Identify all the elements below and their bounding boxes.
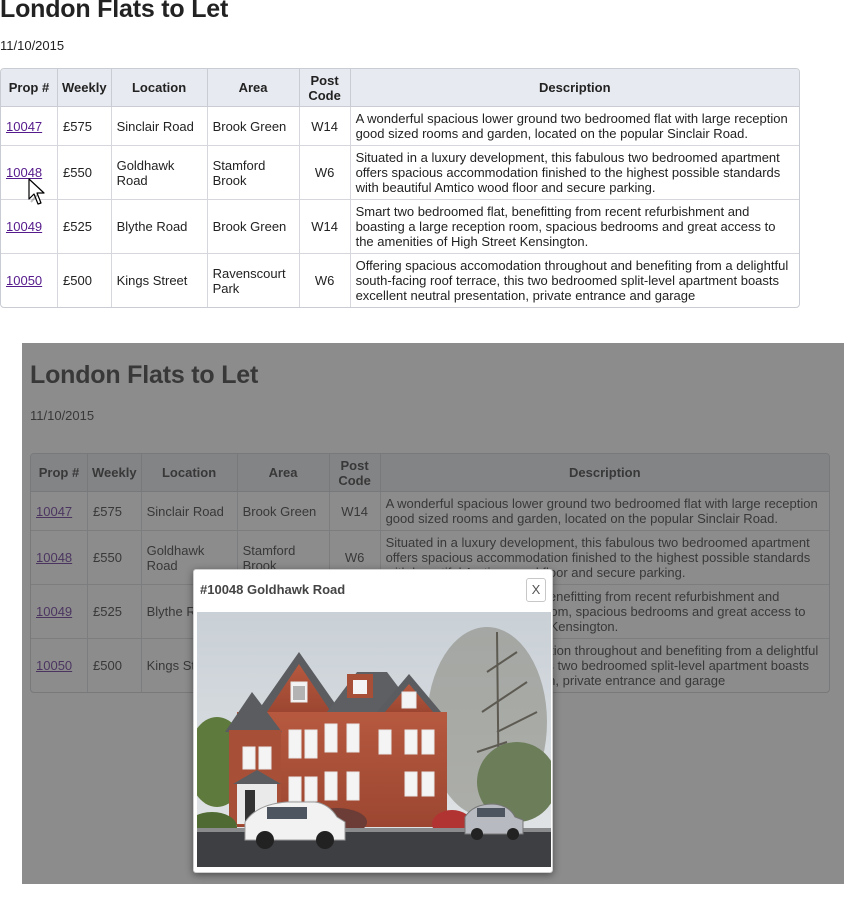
header-post-code-line2: Code bbox=[308, 87, 341, 103]
table-row: 10050 £500 Kings Street Ravenscourt Park… bbox=[1, 254, 799, 307]
description-cell: Smart two bedroomed flat, benefitting fr… bbox=[350, 200, 799, 254]
location-cell: Kings Street bbox=[112, 254, 208, 307]
post-code-cell: W14 bbox=[299, 107, 351, 146]
area-cell: Stamford Brook bbox=[207, 146, 300, 200]
table-row: 10048 £550 Goldhawk Road Stamford Brook … bbox=[1, 146, 799, 200]
dialog-close-button[interactable]: X bbox=[526, 578, 546, 602]
area-cell: Brook Green bbox=[207, 107, 300, 146]
header-description: Description bbox=[350, 69, 799, 107]
mouse-cursor-icon bbox=[28, 178, 45, 205]
location-cell: Goldhawk Road bbox=[111, 146, 208, 200]
header-post-code-line1: Post bbox=[310, 72, 339, 88]
table-header-row: Prop # Weekly Location Area PostCode Des… bbox=[1, 69, 799, 107]
page-date: 11/10/2015 bbox=[0, 38, 65, 53]
house-photo bbox=[197, 612, 551, 867]
header-location: Location bbox=[111, 69, 208, 107]
property-photo-dialog: #10048 Goldhawk Road X bbox=[193, 569, 553, 873]
header-area: Area bbox=[207, 69, 300, 107]
header-prop: Prop # bbox=[1, 69, 58, 107]
header-post-code: PostCode bbox=[299, 69, 351, 107]
description-cell: Situated in a luxury development, this f… bbox=[350, 146, 799, 200]
weekly-cell: £500 bbox=[58, 254, 112, 307]
table-row: 10049 £525 Blythe Road Brook Green W14 S… bbox=[1, 200, 799, 254]
location-cell: Blythe Road bbox=[111, 200, 208, 254]
location-cell: Sinclair Road bbox=[111, 107, 208, 146]
header-weekly: Weekly bbox=[58, 69, 112, 107]
weekly-cell: £575 bbox=[58, 107, 112, 146]
prop-cell: 10049 bbox=[1, 200, 58, 254]
prop-link[interactable]: 10049 bbox=[6, 219, 42, 234]
prop-cell: 10050 bbox=[1, 254, 58, 307]
area-cell: Ravenscourt Park bbox=[208, 254, 300, 307]
description-cell: A wonderful spacious lower ground two be… bbox=[350, 107, 799, 146]
dialog-title: #10048 Goldhawk Road bbox=[200, 582, 346, 597]
post-code-cell: W6 bbox=[300, 254, 351, 307]
description-cell: Offering spacious accomodation throughou… bbox=[355, 258, 789, 303]
weekly-cell: £525 bbox=[58, 200, 112, 254]
prop-link[interactable]: 10050 bbox=[6, 273, 42, 288]
prop-cell: 10047 bbox=[1, 107, 58, 146]
prop-link[interactable]: 10047 bbox=[6, 119, 42, 134]
table-row: 10047 £575 Sinclair Road Brook Green W14… bbox=[1, 107, 799, 146]
flats-table: Prop # Weekly Location Area PostCode Des… bbox=[0, 68, 800, 308]
post-code-cell: W14 bbox=[299, 200, 351, 254]
page-title: London Flats to Let bbox=[0, 0, 229, 23]
house-photo-icon bbox=[197, 612, 551, 867]
post-code-cell: W6 bbox=[299, 146, 351, 200]
weekly-cell: £550 bbox=[58, 146, 112, 200]
area-cell: Brook Green bbox=[207, 200, 300, 254]
